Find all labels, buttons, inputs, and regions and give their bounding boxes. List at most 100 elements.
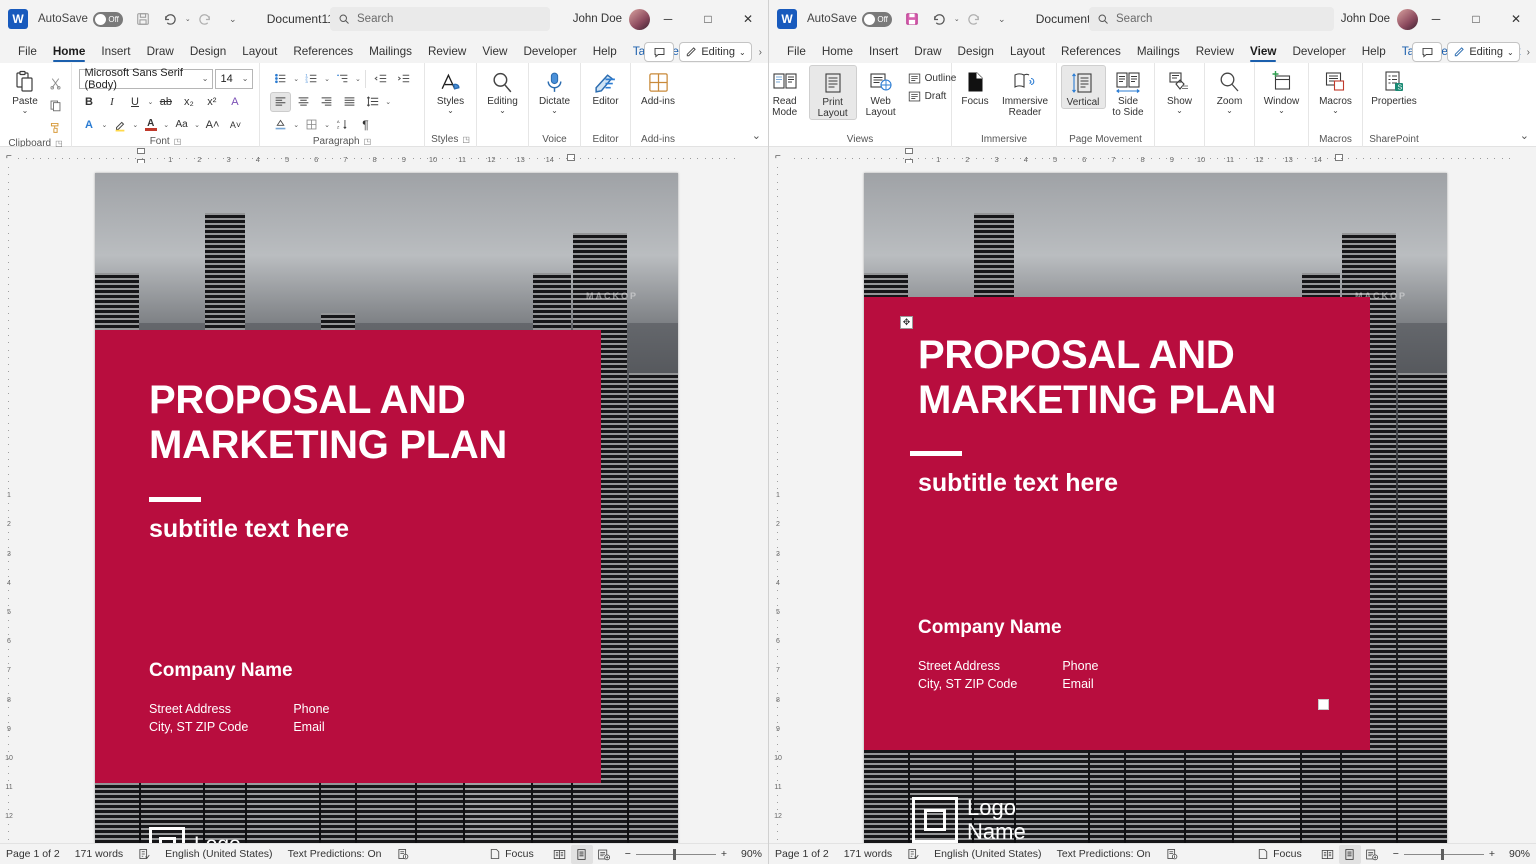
font-color-chevron-icon[interactable]: ⌄ <box>163 121 169 129</box>
proofing-icon[interactable] <box>138 848 150 860</box>
focus-mode[interactable]: Focus <box>1257 848 1302 860</box>
cover-contact-info[interactable]: Street Address City, ST ZIP Code Phone E… <box>918 657 1099 693</box>
customize-qat-icon[interactable]: ⌄ <box>990 7 1014 31</box>
shading-chevron-icon[interactable]: ⌄ <box>293 121 299 129</box>
line-spacing-chevron-icon[interactable]: ⌄ <box>385 98 391 106</box>
tab-design[interactable]: Design <box>950 43 1002 63</box>
dictate-button[interactable]: Dictate ⌄ <box>531 65 579 115</box>
tab-insert[interactable]: Insert <box>861 43 906 63</box>
autosave-switch[interactable]: Off <box>92 11 123 27</box>
tab-layout[interactable]: Layout <box>1002 43 1053 63</box>
cover-contact-info[interactable]: Street Address City, ST ZIP Code Phone E… <box>149 700 330 736</box>
tab-home[interactable]: Home <box>45 43 93 63</box>
tab-home[interactable]: Home <box>814 43 861 63</box>
maximize-button[interactable]: □ <box>1456 0 1496 38</box>
tab-draw[interactable]: Draw <box>139 43 182 63</box>
editing-button[interactable]: Editing ⌄ <box>479 65 527 115</box>
zoom-chevron-icon[interactable]: ⌄ <box>1226 107 1233 115</box>
accessibility-icon[interactable] <box>1166 848 1178 860</box>
change-case-chevron-icon[interactable]: ⌄ <box>194 121 200 129</box>
cover-title[interactable]: PROPOSAL AND MARKETING PLAN <box>149 378 569 468</box>
text-predictions[interactable]: Text Predictions: On <box>1057 848 1151 860</box>
side-to-side-button[interactable]: Side to Side <box>1106 65 1151 118</box>
borders-icon[interactable] <box>301 115 322 135</box>
tab-view[interactable]: View <box>474 43 515 63</box>
proofing-icon[interactable] <box>907 848 919 860</box>
format-painter-icon[interactable] <box>45 117 66 137</box>
justify-icon[interactable] <box>339 92 360 112</box>
font-size-input[interactable]: 14 ⌄ <box>214 68 253 89</box>
language[interactable]: English (United States) <box>165 848 272 860</box>
customize-qat-icon[interactable]: ⌄ <box>221 7 245 31</box>
tab-references[interactable]: References <box>1053 43 1129 63</box>
cover-logo[interactable]: Logo <box>149 827 241 843</box>
line-spacing-icon[interactable] <box>362 92 383 112</box>
tab-file[interactable]: File <box>10 43 45 63</box>
document-page-right[interactable]: MACKOP PROPOSAL AND MARKETING PLAN subti… <box>864 173 1447 843</box>
sort-icon[interactable]: AZ <box>332 115 353 135</box>
editor-button[interactable]: Editor <box>582 65 630 107</box>
paste-button[interactable]: Paste ⌄ <box>5 65 45 115</box>
web-layout-view-button[interactable] <box>1361 845 1383 864</box>
copy-icon[interactable] <box>45 95 66 115</box>
comments-button[interactable] <box>644 42 675 62</box>
cover-subtitle[interactable]: subtitle text here <box>149 515 349 544</box>
highlight-color-icon[interactable] <box>109 115 130 135</box>
align-center-icon[interactable] <box>293 92 314 112</box>
paragraph-dialog-launcher[interactable]: ◳ <box>364 137 372 146</box>
read-mode-button[interactable]: Read Mode <box>769 65 809 118</box>
vertical-ruler-right[interactable]: 12345678910111213 <box>769 163 787 843</box>
save-icon[interactable] <box>131 7 155 31</box>
collapse-ribbon-icon[interactable]: ⌄ <box>752 129 761 142</box>
editing-mode-button[interactable]: Editing ⌄ <box>1447 42 1520 62</box>
font-name-input[interactable]: Microsoft Sans Serif (Body) ⌄ <box>78 67 213 91</box>
bold-icon[interactable]: B <box>79 92 100 112</box>
focus-button[interactable]: Focus <box>954 65 996 107</box>
tab-layout[interactable]: Layout <box>234 43 285 63</box>
cover-title[interactable]: PROPOSAL AND MARKETING PLAN <box>918 333 1338 423</box>
word-count[interactable]: 171 words <box>75 848 123 860</box>
text-effects-icon[interactable]: A <box>79 115 100 135</box>
avatar[interactable] <box>629 8 650 30</box>
logo-text[interactable]: Logo Name <box>967 795 1026 843</box>
move-handle-icon[interactable]: ✥ <box>900 316 913 329</box>
superscript-icon[interactable]: x² <box>201 92 222 112</box>
change-case-icon[interactable]: Aa <box>171 115 192 135</box>
cut-icon[interactable] <box>45 73 66 93</box>
read-mode-view-button[interactable] <box>1317 845 1339 864</box>
print-layout-button[interactable]: Print Layout <box>808 65 857 120</box>
read-mode-view-button[interactable] <box>549 845 571 864</box>
zoom-control[interactable]: − + 90% <box>1393 848 1530 860</box>
cover-company[interactable]: Company Name <box>149 660 293 682</box>
show-chevron-icon[interactable]: ⌄ <box>1176 107 1183 115</box>
page-number[interactable]: Page 1 of 2 <box>775 848 829 860</box>
zoom-out-button[interactable]: − <box>1393 848 1399 860</box>
zoom-slider[interactable] <box>635 848 716 860</box>
document-page-left[interactable]: MACKOP PROPOSAL AND MARKETING PLAN subti… <box>95 173 678 843</box>
zoom-control[interactable]: − + 90% <box>625 848 762 860</box>
tab-mailings[interactable]: Mailings <box>361 43 420 63</box>
ribbon-options-icon[interactable]: › <box>757 47 764 58</box>
right-indent-marker[interactable] <box>1335 154 1344 161</box>
undo-icon[interactable] <box>158 7 182 31</box>
subscript-icon[interactable]: x₂ <box>178 92 199 112</box>
focus-mode[interactable]: Focus <box>489 848 534 860</box>
underline-chevron-icon[interactable]: ⌄ <box>148 98 154 106</box>
multilevel-list-icon[interactable] <box>332 69 353 89</box>
multilevel-chevron-icon[interactable]: ⌄ <box>355 75 361 83</box>
right-indent-marker[interactable] <box>567 154 576 161</box>
tab-view[interactable]: View <box>1242 43 1284 63</box>
cover-accent-block[interactable]: PROPOSAL AND MARKETING PLAN subtitle tex… <box>864 297 1370 750</box>
resize-handle[interactable] <box>1318 699 1329 710</box>
zoom-button[interactable]: Zoom ⌄ <box>1206 65 1254 115</box>
window-chevron-icon[interactable]: ⌄ <box>1278 107 1285 115</box>
undo-chevron-icon[interactable]: ⌄ <box>954 15 960 23</box>
account-area[interactable]: John Doe <box>573 0 650 38</box>
autosave-switch[interactable]: Off <box>861 11 892 27</box>
tab-review[interactable]: Review <box>1188 43 1242 63</box>
minimize-button[interactable]: ─ <box>1416 0 1456 38</box>
zoom-in-button[interactable]: + <box>721 848 727 860</box>
redo-icon[interactable] <box>194 7 218 31</box>
align-right-icon[interactable] <box>316 92 337 112</box>
avatar[interactable] <box>1397 8 1418 30</box>
